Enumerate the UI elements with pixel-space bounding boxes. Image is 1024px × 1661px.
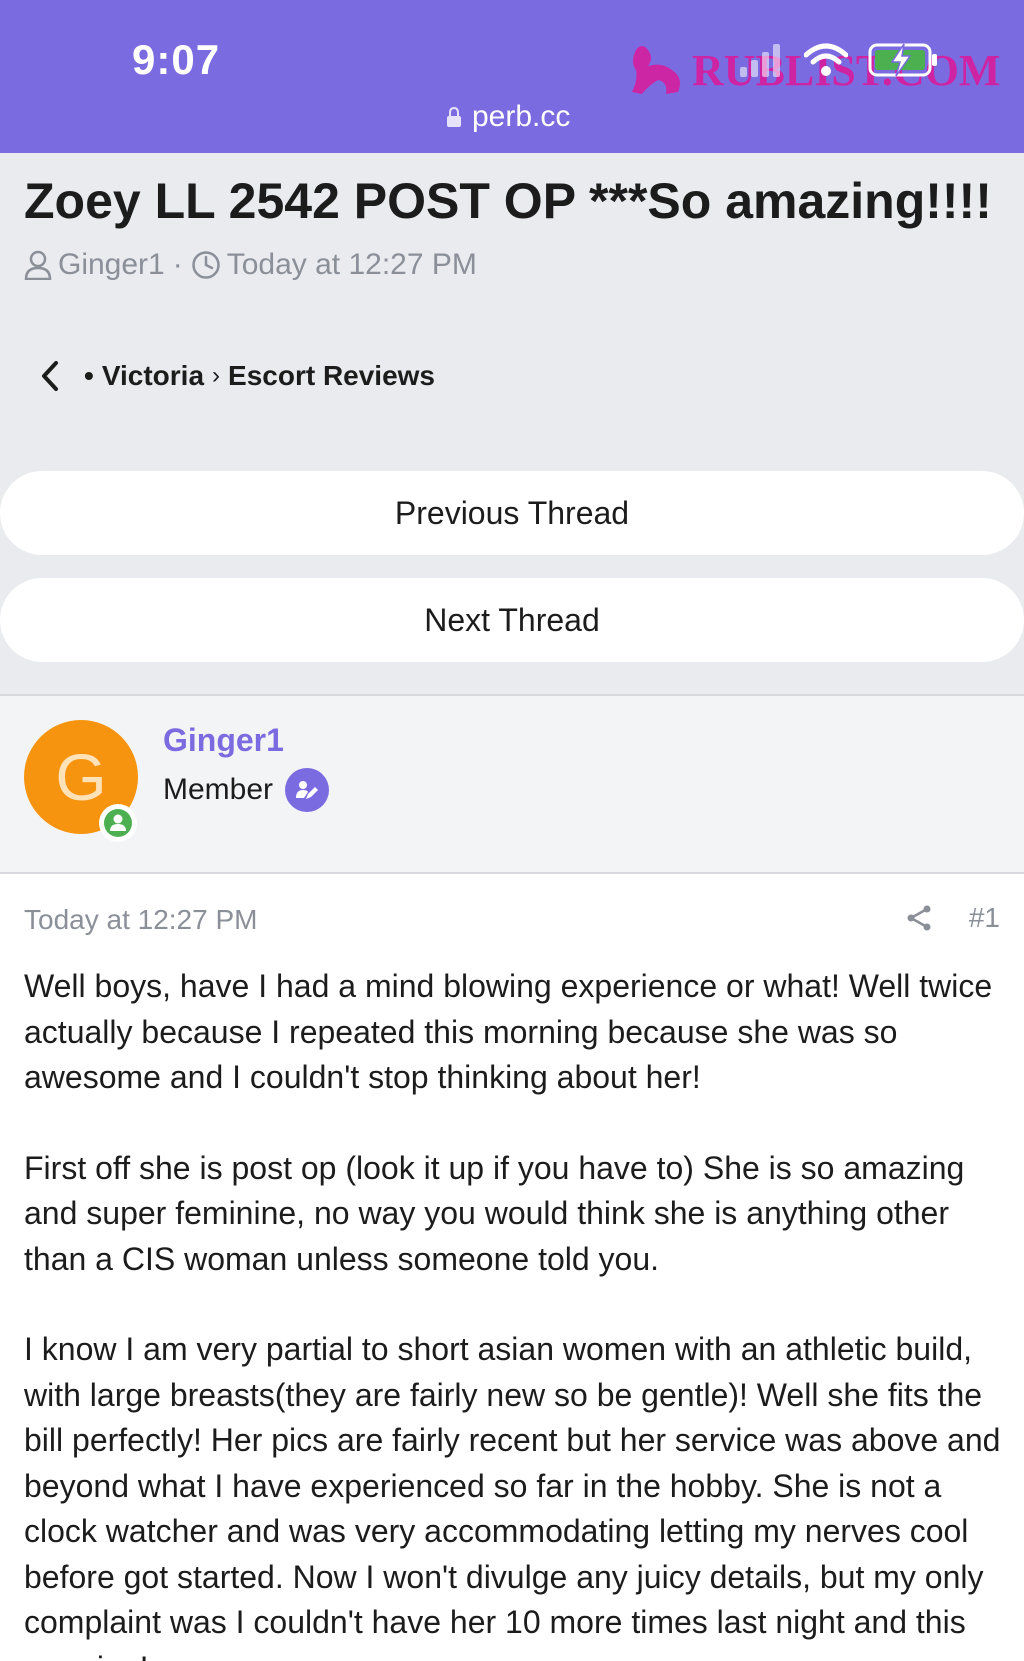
battery-charging-icon	[868, 43, 937, 77]
breadcrumb-escort-reviews[interactable]: Escort Reviews	[228, 360, 435, 392]
author-role-label: Member	[163, 773, 274, 806]
breadcrumb-separator: ›	[212, 362, 221, 389]
post-paragraph: First off she is post op (look it up if …	[24, 1149, 965, 1277]
url-text: perb.cc	[472, 100, 571, 133]
user-icon	[24, 250, 52, 280]
post-author-box: G Ginger1 Member	[0, 694, 1024, 874]
thread-author[interactable]: Ginger1	[58, 248, 165, 282]
clock-icon	[191, 251, 220, 279]
status-bar: 9:07 RUBLIST.COM perb.cc	[0, 0, 1024, 153]
online-status-badge	[99, 804, 137, 842]
meta-separator: ·	[172, 248, 183, 281]
breadcrumb-victoria[interactable]: Victoria	[102, 360, 204, 392]
thread-meta: Ginger1 · Today at 12:27 PM	[24, 248, 477, 282]
breadcrumb-dot: •	[84, 360, 94, 391]
breadcrumb: • Victoria › Escort Reviews	[40, 360, 435, 392]
previous-thread-button[interactable]: Previous Thread	[0, 471, 1024, 555]
post-body: Well boys, have I had a mind blowing exp…	[24, 964, 1004, 1661]
author-username[interactable]: Ginger1	[163, 722, 284, 759]
address-bar[interactable]: perb.cc	[446, 100, 570, 134]
post-date[interactable]: Today at 12:27 PM	[24, 904, 257, 936]
member-badge-icon	[285, 768, 330, 812]
thread-date[interactable]: Today at 12:27 PM	[227, 248, 477, 282]
post-message: Today at 12:27 PM #1 Well boys, have I h…	[0, 874, 1024, 1661]
share-icon[interactable]	[905, 904, 933, 932]
system-icons	[740, 42, 940, 78]
post-paragraph: I know I am very partial to short asian …	[24, 1331, 1001, 1661]
chevron-left-icon[interactable]	[40, 360, 60, 392]
lock-icon	[447, 107, 461, 127]
author-role: Member	[163, 768, 330, 812]
status-time: 9:07	[132, 36, 221, 83]
online-user-icon	[104, 809, 132, 837]
post-actions: #1	[905, 902, 1000, 934]
watermark-figure-icon	[632, 46, 680, 94]
thread-title: Zoey LL 2542 POST OP ***So amazing!!!!	[24, 173, 992, 229]
wifi-icon	[804, 43, 848, 76]
post-number-link[interactable]: #1	[969, 902, 1000, 934]
post-paragraph: Well boys, have I had a mind blowing exp…	[24, 968, 993, 1095]
next-thread-button[interactable]: Next Thread	[0, 578, 1024, 662]
signal-icon	[740, 44, 780, 77]
